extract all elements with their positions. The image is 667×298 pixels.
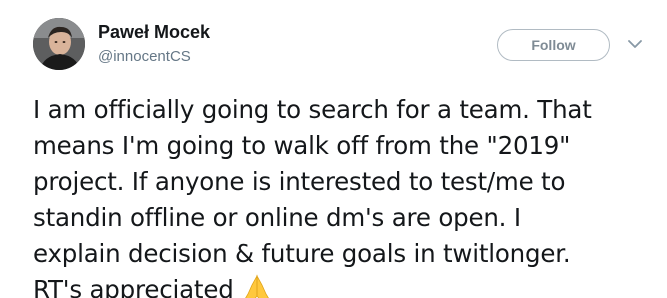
tweet-text-line: RT's appreciated bbox=[33, 275, 234, 298]
tweet-text-line: standin offline or online dm's are open.… bbox=[33, 203, 521, 232]
tweet-text-line: I am officially going to search for a te… bbox=[33, 95, 592, 124]
author-block: Paweł Mocek @innocentCS bbox=[98, 21, 210, 67]
tweet-card: Paweł Mocek @innocentCS Follow I am offi… bbox=[0, 0, 667, 298]
tweet-text: I am officially going to search for a te… bbox=[33, 92, 658, 298]
tweet-text-line-last: RT's appreciated bbox=[33, 272, 658, 298]
follow-button[interactable]: Follow bbox=[497, 29, 610, 61]
avatar[interactable] bbox=[33, 18, 85, 70]
author-name[interactable]: Paweł Mocek bbox=[98, 21, 210, 43]
author-handle[interactable]: @innocentCS bbox=[98, 47, 210, 67]
folded-hands-emoji-icon bbox=[244, 274, 269, 298]
tweet-text-line: project. If anyone is interested to test… bbox=[33, 167, 566, 196]
avatar-image bbox=[33, 18, 85, 70]
chevron-down-icon[interactable] bbox=[627, 38, 643, 50]
tweet-text-line: means I'm going to walk off from the "20… bbox=[33, 131, 571, 160]
tweet-text-line: explain decision & future goals in twitl… bbox=[33, 239, 571, 268]
